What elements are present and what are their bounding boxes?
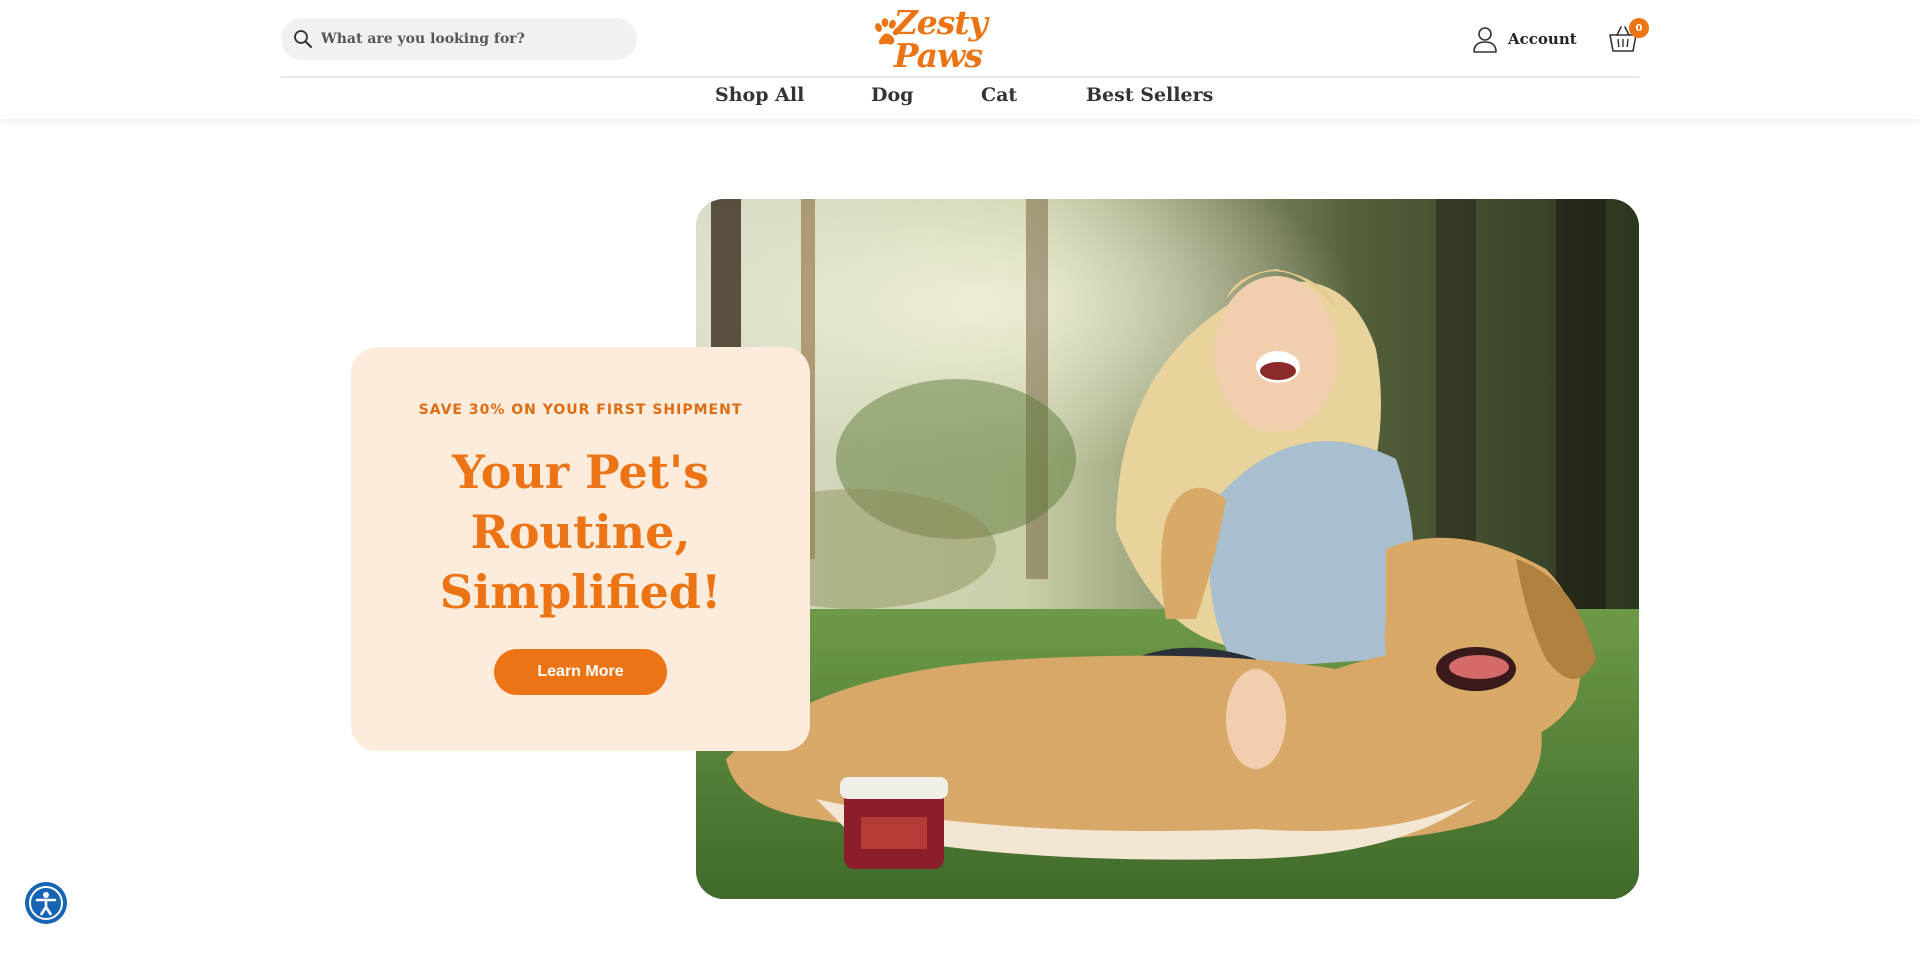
logo[interactable]: Zesty Paws bbox=[872, 6, 1050, 72]
search-icon bbox=[294, 30, 312, 48]
hero-image bbox=[696, 199, 1639, 899]
nav-item-dog[interactable]: Dog bbox=[871, 84, 913, 106]
accessibility-button[interactable] bbox=[25, 882, 67, 924]
account-link[interactable]: Account bbox=[1471, 24, 1577, 54]
promo-heading: Your Pet's Routine, Simplified! bbox=[439, 445, 722, 619]
user-icon bbox=[1473, 27, 1497, 53]
site-header: Zesty Paws Account 0 Shop All Dog Cat Be… bbox=[0, 0, 1920, 119]
learn-more-button[interactable]: Learn More bbox=[494, 649, 667, 695]
header-bar: Zesty Paws Account 0 bbox=[281, 0, 1649, 78]
account-label: Account bbox=[1508, 30, 1577, 48]
search-box[interactable] bbox=[281, 18, 637, 60]
nav-item-best-sellers[interactable]: Best Sellers bbox=[1086, 84, 1213, 106]
promo-card: SAVE 30% ON YOUR FIRST SHIPMENT Your Pet… bbox=[351, 347, 810, 751]
logo-text: Zesty Paws bbox=[893, 3, 988, 75]
cart-count-badge: 0 bbox=[1629, 18, 1649, 38]
accessibility-icon bbox=[29, 886, 63, 920]
main-nav: Shop All Dog Cat Best Sellers bbox=[0, 80, 1920, 116]
search-input[interactable] bbox=[321, 31, 621, 47]
nav-item-cat[interactable]: Cat bbox=[981, 84, 1017, 106]
nav-item-shop-all[interactable]: Shop All bbox=[715, 84, 804, 106]
promo-eyebrow: SAVE 30% ON YOUR FIRST SHIPMENT bbox=[418, 402, 743, 418]
cart-button[interactable]: 0 bbox=[1608, 18, 1652, 58]
